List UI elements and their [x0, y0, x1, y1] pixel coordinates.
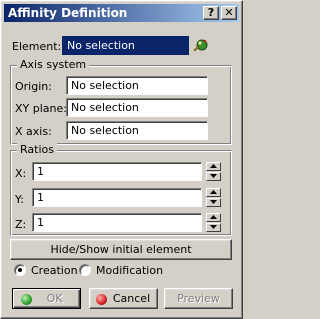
chevron-down-icon[interactable] [206, 172, 221, 181]
ok-label: OK [46, 292, 63, 305]
red-dot-icon [96, 294, 107, 305]
modification-label[interactable]: Modification [96, 264, 163, 277]
dialog-title: Affinity Definition [8, 6, 128, 20]
creation-radio[interactable] [14, 264, 26, 276]
ratio-y-label: Y: [15, 193, 24, 206]
ratio-z-field[interactable]: 1 [32, 213, 202, 232]
chevron-up-icon[interactable] [206, 213, 221, 222]
help-button[interactable]: ? [203, 6, 219, 20]
title-bar[interactable]: Affinity Definition ? ✕ [4, 4, 239, 22]
xy-plane-field[interactable]: No selection [66, 98, 208, 117]
affinity-definition-dialog: Affinity Definition ? ✕ Element: No sele… [0, 0, 243, 319]
green-dot-icon [21, 294, 32, 305]
element-label: Element: [12, 40, 62, 53]
chevron-down-icon[interactable] [206, 223, 221, 232]
ratio-x-spinner[interactable] [206, 162, 221, 181]
creation-label[interactable]: Creation [31, 264, 78, 277]
hide-show-initial-element-button[interactable]: Hide/Show initial element [10, 239, 232, 260]
ratio-x-label: X: [15, 167, 27, 180]
xy-plane-label: XY plane: [15, 102, 67, 115]
modification-radio[interactable] [79, 264, 91, 276]
origin-label: Origin: [15, 80, 52, 93]
ratio-z-spinner[interactable] [206, 213, 221, 232]
ratio-x-field[interactable]: 1 [32, 162, 202, 181]
radio-selected-dot [18, 268, 22, 272]
cancel-button[interactable]: Cancel [89, 288, 158, 309]
close-button[interactable]: ✕ [221, 6, 237, 20]
ratio-z-label: Z: [15, 218, 27, 231]
chevron-up-icon[interactable] [206, 162, 221, 171]
ratios-title: Ratios [17, 143, 57, 156]
element-field[interactable]: No selection [62, 36, 189, 55]
ok-button[interactable]: OK [12, 288, 81, 309]
axis-system-title: Axis system [17, 58, 90, 71]
x-axis-label: X axis: [15, 125, 52, 138]
selection-agent-icon[interactable] [191, 36, 210, 55]
origin-field[interactable]: No selection [66, 76, 208, 95]
chevron-down-icon[interactable] [206, 198, 221, 207]
ratio-y-spinner[interactable] [206, 188, 221, 207]
x-axis-field[interactable]: No selection [66, 121, 208, 140]
preview-button[interactable]: Preview [164, 288, 233, 309]
chevron-up-icon[interactable] [206, 188, 221, 197]
ratio-y-field[interactable]: 1 [32, 188, 202, 207]
